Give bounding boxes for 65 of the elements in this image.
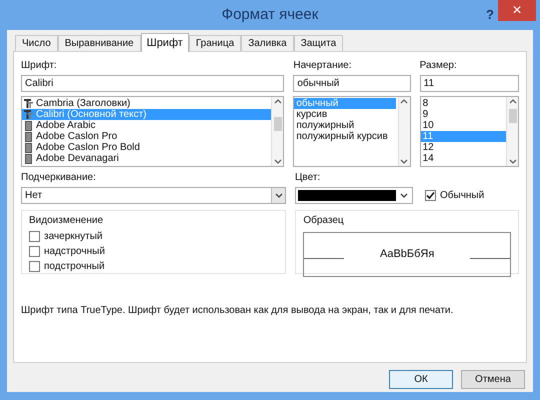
font-file-icon	[24, 142, 33, 152]
checkbox-label: Обычный	[440, 189, 484, 203]
tab[interactable]: Шрифт	[140, 33, 189, 52]
list-item[interactable]: 9	[420, 109, 506, 120]
help-button[interactable]: ?	[486, 5, 494, 24]
list-item[interactable]: курсив	[294, 109, 396, 120]
tab[interactable]: Заливка	[241, 35, 294, 51]
field-label: Начертание:	[293, 59, 353, 73]
window-title: Формат ячеек	[222, 4, 318, 25]
sample-text: AaBbБбЯя	[380, 247, 434, 262]
checkbox[interactable]	[29, 246, 40, 257]
font-file-icon	[24, 154, 33, 164]
truetype-icon	[24, 99, 33, 108]
checkbox[interactable]	[29, 231, 40, 242]
list-item[interactable]: 14	[420, 153, 506, 164]
dialog-button[interactable]: Отмена	[461, 370, 525, 389]
field-label: Цвет:	[295, 171, 322, 185]
group-title: Образец	[303, 214, 345, 228]
list-item[interactable]: полужирный	[294, 120, 396, 131]
list-item[interactable]: 12	[420, 142, 506, 153]
scrollbar[interactable]	[271, 97, 284, 166]
list-item[interactable]: 8	[420, 98, 506, 109]
checkbox-label: зачеркнутый	[44, 230, 103, 244]
scroll-down-icon[interactable]	[508, 159, 516, 164]
color-dropdown[interactable]	[295, 187, 413, 204]
list-item[interactable]: Cambria (Заголовки)	[22, 98, 272, 109]
group-title: Видоизменение	[29, 214, 104, 228]
scroll-down-icon[interactable]	[274, 159, 282, 164]
input-field[interactable]: Calibri	[21, 75, 284, 92]
list-item[interactable]: Adobe Caslon Pro	[22, 131, 272, 142]
chevron-down-icon	[400, 193, 408, 198]
scroll-up-icon[interactable]	[274, 99, 282, 104]
field-label: Размер:	[420, 59, 458, 73]
scrollbar[interactable]	[506, 97, 518, 166]
scroll-up-icon[interactable]	[400, 99, 408, 104]
input-field[interactable]: 11	[420, 75, 519, 92]
tab[interactable]: Граница	[188, 35, 242, 51]
checkbox[interactable]	[29, 261, 40, 272]
scroll-down-icon[interactable]	[400, 159, 408, 164]
checkbox[interactable]	[425, 190, 436, 201]
tab[interactable]: Выравнивание	[58, 35, 141, 51]
list-item[interactable]: Adobe Arabic	[22, 120, 272, 131]
checkbox-label: надстрочный	[44, 245, 105, 259]
dialog-button[interactable]: ОК	[389, 370, 453, 389]
font-file-icon	[24, 120, 33, 130]
list-item[interactable]: Adobe Devanagari	[22, 153, 272, 164]
chevron-down-icon	[274, 193, 282, 198]
scrollbar[interactable]	[398, 97, 410, 166]
list-item[interactable]: 10	[420, 120, 506, 131]
checkbox-label: подстрочный	[44, 260, 105, 274]
field-label: Подчеркивание:	[21, 171, 97, 185]
tab[interactable]: Число	[15, 35, 58, 51]
dropdown[interactable]: Нет	[21, 187, 286, 204]
scroll-up-icon[interactable]	[508, 99, 516, 104]
list-item[interactable]: полужирный курсив	[294, 131, 396, 142]
input-field[interactable]: обычный	[293, 75, 411, 92]
scrollbar-thumb[interactable]	[509, 109, 517, 123]
close-button[interactable]: ×	[498, 0, 536, 21]
scrollbar-thumb[interactable]	[274, 117, 282, 131]
font-file-icon	[24, 132, 33, 142]
truetype-icon	[24, 110, 33, 119]
tab[interactable]: Защита	[294, 35, 344, 51]
list-item[interactable]: Adobe Caslon Pro Bold	[22, 142, 272, 153]
description-text: Шрифт типа TrueType. Шрифт будет использован как для вывода на экран, так и для печати.	[21, 304, 454, 318]
field-label: Шрифт:	[21, 59, 58, 73]
